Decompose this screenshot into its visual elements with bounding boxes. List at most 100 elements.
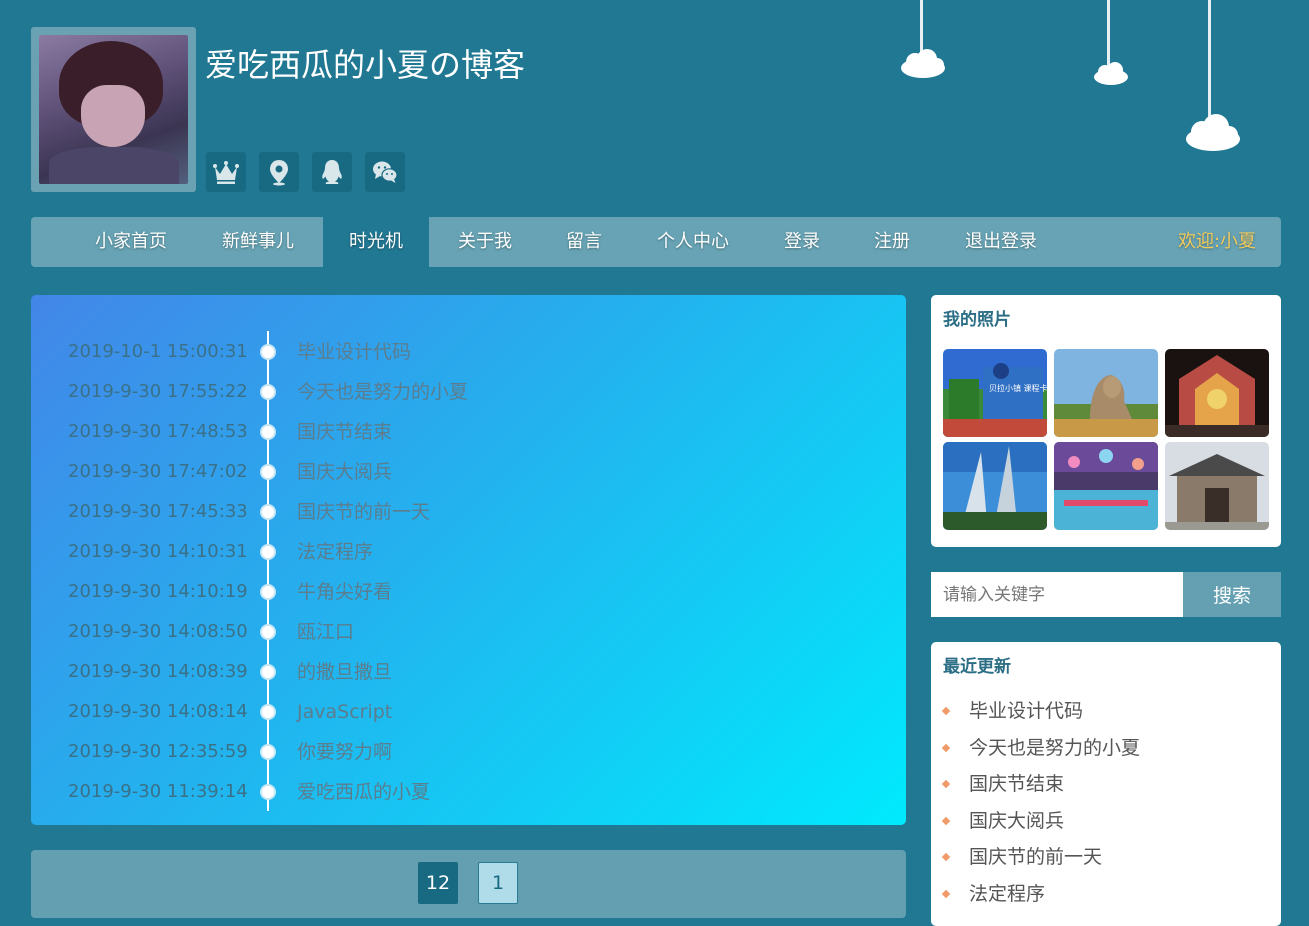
timeline-link[interactable]: 国庆节的前一天 (297, 497, 430, 527)
timeline-row: 2019-9-30 14:10:31 法定程序 (31, 537, 906, 567)
timeline-dot (260, 544, 276, 560)
timeline-link[interactable]: 国庆节结束 (297, 417, 392, 447)
page-current[interactable]: 1 (478, 862, 518, 904)
timeline-dot (260, 504, 276, 520)
blog-title: 爱吃西瓜的小夏の博客 (205, 46, 526, 84)
diamond-bullet-icon (941, 816, 951, 826)
photo-thumbnail[interactable] (1165, 349, 1269, 437)
timeline-dot (260, 704, 276, 720)
timeline-row: 2019-9-30 17:55:22 今天也是努力的小夏 (31, 377, 906, 407)
nav-about[interactable]: 关于我 (443, 217, 527, 267)
wechat-icon (373, 161, 398, 183)
nav-home[interactable]: 小家首页 (79, 217, 183, 267)
timeline-link[interactable]: 今天也是努力的小夏 (297, 377, 468, 407)
nav-register[interactable]: 注册 (859, 217, 925, 267)
nav-logout[interactable]: 退出登录 (949, 217, 1053, 267)
social-links (206, 152, 405, 192)
recent-item-label: 法定程序 (969, 882, 1046, 905)
timeline-link[interactable]: 瓯江口 (297, 617, 354, 647)
timeline-dot (260, 664, 276, 680)
diamond-bullet-icon (941, 853, 951, 862)
location-pin-icon (270, 160, 288, 186)
qq-button[interactable] (312, 152, 352, 192)
timeline-link[interactable]: 国庆大阅兵 (297, 457, 392, 487)
timeline-panel: 2019-10-1 15:00:31 毕业设计代码 2019-9-30 17:55:… (31, 295, 906, 825)
timeline-row: 2019-9-30 14:08:39 的撒旦撒旦 (31, 657, 906, 687)
timeline-dot (260, 584, 276, 600)
timeline-link[interactable]: 爱吃西瓜的小夏 (297, 777, 430, 807)
timeline-row: 2019-9-30 17:48:53 国庆节结束 (31, 417, 906, 447)
timeline-dot (260, 624, 276, 640)
page-count[interactable]: 12 (418, 862, 458, 904)
cloud-icon (1186, 114, 1240, 151)
nav-time-machine[interactable]: 时光机 (323, 217, 429, 267)
wechat-button[interactable] (365, 152, 405, 192)
timeline-date: 2019-9-30 14:08:14 (68, 701, 248, 722)
timeline-link[interactable]: 牛角尖好看 (297, 577, 392, 607)
recent-item[interactable]: 国庆节结束 (941, 769, 1140, 806)
recent-item[interactable]: 毕业设计代码 (941, 696, 1140, 733)
timeline-row: 2019-9-30 14:08:14 JavaScript (31, 697, 906, 727)
timeline-row: 2019-9-30 17:47:02 国庆大阅兵 (31, 457, 906, 487)
timeline-link[interactable]: 你要努力啊 (297, 737, 392, 767)
crown-icon (213, 161, 239, 184)
timeline-dot (260, 784, 276, 800)
timeline-row: 2019-9-30 17:45:33 国庆节的前一天 (31, 497, 906, 527)
cloud-string (1107, 0, 1110, 68)
timeline-link[interactable]: 法定程序 (297, 537, 373, 567)
timeline-date: 2019-9-30 17:47:02 (68, 461, 248, 482)
photo-thumbnail[interactable] (1054, 442, 1158, 530)
diamond-bullet-icon (941, 779, 951, 789)
recent-item-label: 国庆大阅兵 (969, 809, 1065, 832)
timeline-dot (260, 424, 276, 440)
recent-item-label: 国庆节的前一天 (969, 846, 1103, 869)
timeline-dot (260, 464, 276, 480)
cloud-icon (901, 49, 945, 78)
cloud-icon (1094, 62, 1128, 85)
cloud-string (920, 0, 923, 55)
photo-thumbnail[interactable]: 贝拉小镇 课程卡全新上线 (943, 349, 1047, 437)
photo-thumbnail[interactable] (1054, 349, 1158, 437)
timeline-dot (260, 384, 276, 400)
avatar-image (39, 35, 188, 184)
recent-item-label: 国庆节结束 (969, 773, 1065, 796)
timeline-link[interactable]: 的撒旦撒旦 (297, 657, 392, 687)
qq-icon (322, 160, 342, 184)
timeline-date: 2019-9-30 14:08:39 (68, 661, 248, 682)
recent-card: 最近更新 毕业设计代码今天也是努力的小夏 国庆节结束国庆大阅兵国庆节的前一天 法定程… (931, 642, 1281, 926)
timeline-date: 2019-10-1 15:00:31 (68, 341, 248, 362)
recent-list: 毕业设计代码今天也是努力的小夏 国庆节结束国庆大阅兵国庆节的前一天 法定程序 (941, 696, 1141, 916)
recent-item[interactable]: 今天也是努力的小夏 (941, 733, 1141, 770)
cloud-string (1208, 0, 1211, 122)
crown-button[interactable] (206, 152, 246, 192)
timeline-date: 2019-9-30 14:08:50 (68, 621, 248, 642)
recent-item[interactable]: 法定程序 (941, 879, 1140, 916)
recent-item[interactable]: 国庆节的前一天 (941, 842, 1140, 879)
timeline-date: 2019-9-30 17:45:33 (68, 501, 248, 522)
nav-message[interactable]: 留言 (551, 217, 617, 267)
nav-profile[interactable]: 个人中心 (643, 217, 743, 267)
timeline-date: 2019-9-30 14:10:19 (68, 581, 248, 602)
recent-item-label: 今天也是努力的小夏 (969, 736, 1141, 759)
location-button[interactable] (259, 152, 299, 192)
timeline-row: 2019-10-1 15:00:31 毕业设计代码 (31, 337, 906, 367)
timeline-link[interactable]: JavaScript (297, 697, 392, 727)
pagination: 12 1 (31, 850, 906, 918)
search-input[interactable] (931, 572, 1183, 617)
timeline-date: 2019-9-30 17:55:22 (68, 381, 248, 402)
timeline-link[interactable]: 毕业设计代码 (297, 337, 411, 367)
recent-title: 最近更新 (943, 657, 1011, 677)
search-button[interactable]: 搜索 (1183, 572, 1281, 617)
timeline-date: 2019-9-30 12:35:59 (68, 741, 248, 762)
recent-item[interactable]: 国庆大阅兵 (941, 806, 1140, 843)
photo-thumbnail[interactable] (943, 442, 1047, 530)
nav-news[interactable]: 新鲜事儿 (206, 217, 310, 267)
diamond-bullet-icon (941, 743, 951, 752)
timeline-dot (260, 744, 276, 760)
nav-login[interactable]: 登录 (769, 217, 835, 267)
avatar[interactable] (31, 27, 196, 192)
photo-thumbnail[interactable] (1165, 442, 1269, 530)
timeline-dot (260, 344, 276, 360)
timeline-row: 2019-9-30 12:35:59 你要努力啊 (31, 737, 906, 767)
recent-item-label: 毕业设计代码 (969, 700, 1084, 722)
